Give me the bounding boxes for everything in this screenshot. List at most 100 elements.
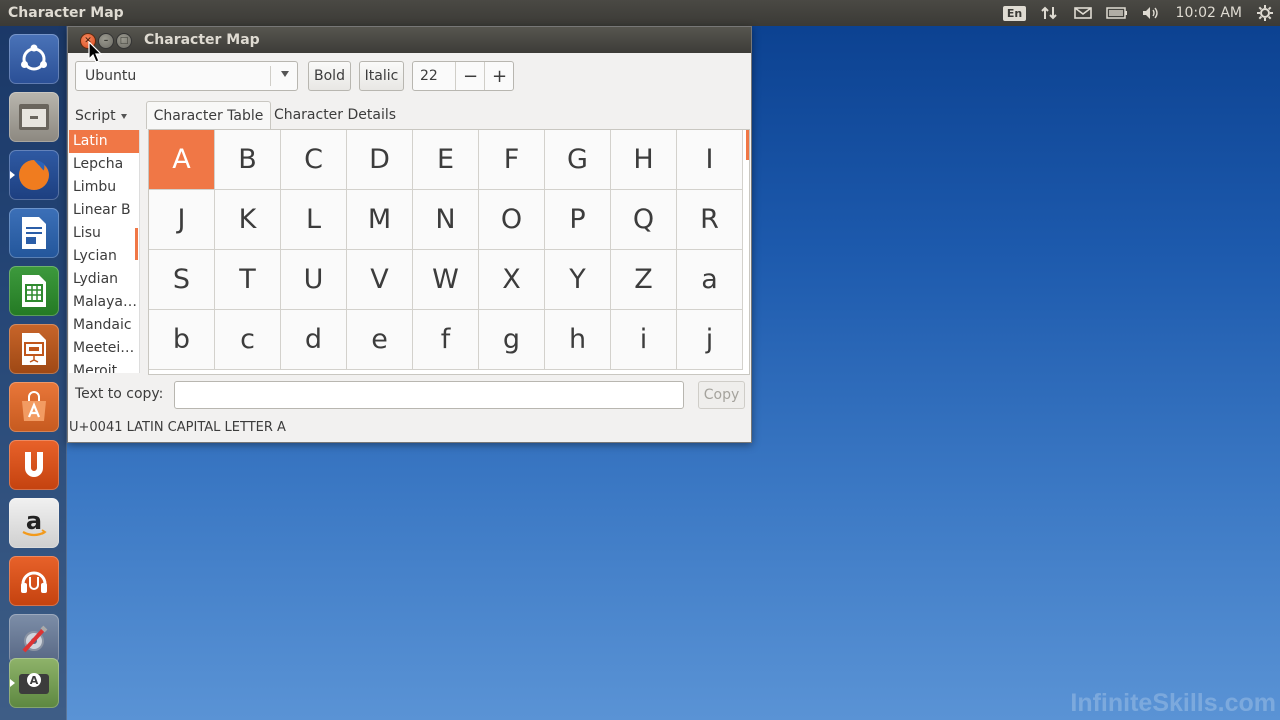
chevron-down-icon [281, 71, 289, 77]
writer-launcher-button[interactable] [9, 208, 59, 258]
script-header-dropdown[interactable]: Script [69, 103, 139, 129]
files-launcher-button[interactable] [9, 92, 59, 142]
script-item[interactable]: Lycian [69, 245, 139, 268]
text-to-copy-input[interactable] [174, 381, 684, 409]
music-launcher-button[interactable] [9, 556, 59, 606]
character-cell[interactable]: V [347, 250, 413, 310]
script-item[interactable]: Meroit… [69, 360, 139, 373]
script-item[interactable]: Limbu [69, 176, 139, 199]
character-cell[interactable]: e [347, 310, 413, 370]
increase-size-button[interactable]: + [484, 62, 514, 90]
amazon-icon: a [22, 507, 47, 537]
character-map-launcher-button[interactable]: A [9, 658, 59, 708]
script-item[interactable]: Meetei… [69, 337, 139, 360]
character-cell[interactable]: K [215, 190, 281, 250]
character-cell[interactable]: O [479, 190, 545, 250]
calc-launcher-button[interactable] [9, 266, 59, 316]
character-table-scrollbar[interactable] [746, 130, 749, 160]
system-settings-launcher-button[interactable] [9, 614, 59, 664]
script-header-label: Script [75, 108, 116, 124]
character-cell[interactable]: a [677, 250, 743, 310]
character-cell[interactable]: f [413, 310, 479, 370]
script-list-scrollbar[interactable] [135, 228, 138, 260]
impress-presentation-icon [22, 333, 46, 365]
script-list[interactable]: Latin Lepcha Limbu Linear B Lisu Lycian … [69, 130, 140, 373]
script-item[interactable]: Lisu [69, 222, 139, 245]
amazon-launcher-button[interactable]: a [9, 498, 59, 548]
font-size-spinner[interactable]: 22 − + [412, 61, 514, 91]
ubuntu-logo-icon [21, 44, 47, 71]
volume-icon[interactable] [1134, 0, 1168, 26]
character-cell[interactable]: M [347, 190, 413, 250]
script-item[interactable]: Lepcha [69, 153, 139, 176]
window-titlebar[interactable]: ✕ – □ Character Map [68, 27, 751, 53]
character-cell[interactable]: b [149, 310, 215, 370]
character-cell[interactable]: g [479, 310, 545, 370]
italic-button[interactable]: Italic [359, 61, 404, 91]
character-cell[interactable]: h [545, 310, 611, 370]
character-cell[interactable]: Z [611, 250, 677, 310]
status-bar: U+0041 LATIN CAPITAL LETTER A [69, 420, 286, 435]
character-cell[interactable]: c [215, 310, 281, 370]
settings-tools-icon [22, 625, 48, 653]
character-cell[interactable]: j [677, 310, 743, 370]
character-cell[interactable]: B [215, 130, 281, 190]
clock[interactable]: 10:02 AM [1168, 5, 1250, 21]
firefox-launcher-button[interactable] [9, 150, 59, 200]
character-cell[interactable]: T [215, 250, 281, 310]
character-cell[interactable]: Q [611, 190, 677, 250]
impress-launcher-button[interactable] [9, 324, 59, 374]
character-grid: ABCDEFGHI JKLMNOPQR STUVWXYZa bcdefghij [149, 130, 743, 370]
character-cell[interactable]: E [413, 130, 479, 190]
character-cell[interactable]: F [479, 130, 545, 190]
font-size-value[interactable]: 22 [420, 68, 438, 84]
svg-text:A: A [30, 674, 39, 687]
software-center-launcher-button[interactable] [9, 382, 59, 432]
character-cell[interactable]: H [611, 130, 677, 190]
font-toolbar: Ubuntu Bold Italic 22 − + [75, 61, 745, 91]
script-item[interactable]: Mandaic [69, 314, 139, 337]
keyboard-layout-indicator[interactable]: En [998, 0, 1032, 26]
character-cell[interactable]: U [281, 250, 347, 310]
ubuntu-one-launcher-button[interactable] [9, 440, 59, 490]
character-cell[interactable]: A [149, 130, 215, 190]
svg-text:a: a [26, 507, 42, 535]
character-cell[interactable]: I [677, 130, 743, 190]
copy-button[interactable]: Copy [698, 381, 745, 409]
character-cell[interactable]: X [479, 250, 545, 310]
battery-icon[interactable] [1100, 0, 1134, 26]
script-item[interactable]: Malaya… [69, 291, 139, 314]
font-family-select[interactable]: Ubuntu [75, 61, 298, 91]
character-cell[interactable]: C [281, 130, 347, 190]
character-cell[interactable]: L [281, 190, 347, 250]
script-item[interactable]: Linear B [69, 199, 139, 222]
character-cell[interactable]: P [545, 190, 611, 250]
tab-character-table[interactable]: Character Table [146, 101, 271, 129]
dash-home-button[interactable] [9, 34, 59, 84]
network-icon[interactable] [1032, 0, 1066, 26]
character-cell[interactable]: d [281, 310, 347, 370]
launcher: a A [0, 26, 67, 720]
shopping-bag-icon [22, 391, 46, 421]
script-item[interactable]: Lydian [69, 268, 139, 291]
mail-icon[interactable] [1066, 0, 1100, 26]
character-cell[interactable]: Y [545, 250, 611, 310]
character-cell[interactable]: D [347, 130, 413, 190]
bold-button[interactable]: Bold [308, 61, 351, 91]
session-gear-icon[interactable] [1250, 0, 1280, 26]
character-cell[interactable]: J [149, 190, 215, 250]
character-cell[interactable]: W [413, 250, 479, 310]
script-item[interactable]: Latin [69, 130, 139, 153]
character-cell[interactable]: R [677, 190, 743, 250]
keyboard-layout-label: En [1002, 5, 1027, 21]
character-cell[interactable]: N [413, 190, 479, 250]
character-cell[interactable]: S [149, 250, 215, 310]
tab-character-details[interactable]: Character Details [273, 101, 397, 128]
firefox-icon [19, 160, 49, 190]
watermark: InfiniteSkills.com [1070, 689, 1276, 717]
character-cell[interactable]: G [545, 130, 611, 190]
decrease-size-button[interactable]: − [455, 62, 485, 90]
character-cell[interactable]: i [611, 310, 677, 370]
character-map-icon: A [19, 673, 49, 694]
maximize-button[interactable]: □ [116, 33, 132, 49]
